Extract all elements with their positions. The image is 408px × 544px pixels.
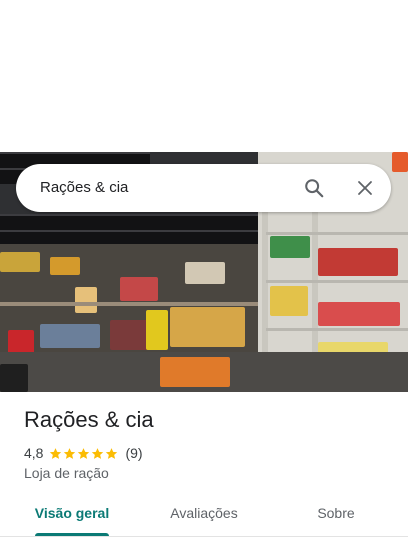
search-button[interactable] — [298, 172, 330, 204]
tabs-divider — [0, 536, 408, 537]
close-icon — [358, 181, 372, 195]
top-blank-area — [0, 0, 408, 152]
star-icon — [78, 447, 90, 459]
star-icon — [64, 447, 76, 459]
place-title: Rações & cia — [24, 407, 154, 432]
rating-row[interactable]: 4,8 (9) — [24, 443, 143, 463]
tab-about[interactable]: Sobre — [296, 493, 376, 535]
star-icon — [106, 447, 118, 459]
clear-search-button[interactable] — [349, 172, 381, 204]
reviews-count[interactable]: (9) — [125, 445, 142, 461]
tab-overview[interactable]: Visão geral — [24, 493, 120, 535]
star-icon — [50, 447, 62, 459]
search-icon — [305, 179, 324, 198]
star-icon — [92, 447, 104, 459]
search-input[interactable]: Rações & cia — [40, 164, 128, 212]
rating-value: 4,8 — [24, 445, 44, 461]
place-tabs: Visão geral Avaliações Sobre — [0, 493, 408, 537]
place-category: Loja de ração — [24, 465, 109, 481]
tab-reviews[interactable]: Avaliações — [154, 493, 254, 535]
search-bar[interactable]: Rações & cia — [16, 164, 391, 212]
star-rating — [49, 447, 119, 460]
